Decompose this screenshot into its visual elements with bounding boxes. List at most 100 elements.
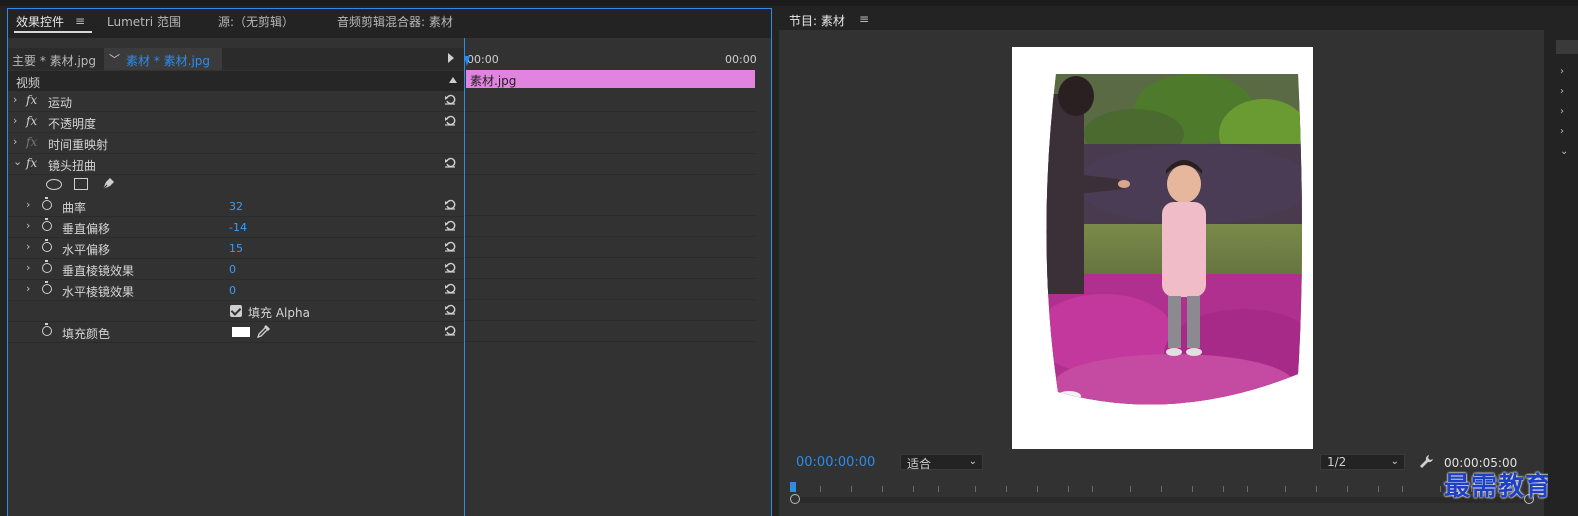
timeline-ruler[interactable]: 00:00 00:00: [464, 48, 757, 70]
chevron-right-icon[interactable]: ›: [13, 135, 17, 148]
ruler-tick: [1378, 486, 1379, 492]
video-section-header[interactable]: 视频: [8, 71, 464, 91]
fx-icon[interactable]: fx: [26, 156, 37, 170]
tab-audio-clip-mixer[interactable]: 音频剪辑混合器: 素材: [337, 13, 453, 30]
chevron-right-icon[interactable]: ›: [1560, 86, 1564, 97]
chevron-right-icon[interactable]: ›: [26, 282, 30, 295]
breadcrumb: 主要 * 素材.jpg ﹀ 素材 * 素材.jpg: [8, 48, 464, 70]
chevron-down-icon[interactable]: ⌄: [1560, 146, 1568, 157]
search-icon[interactable]: [1556, 40, 1578, 54]
chevron-right-icon[interactable]: ›: [1560, 106, 1564, 117]
chevron-right-icon[interactable]: ›: [1560, 66, 1564, 77]
reset-icon[interactable]: [444, 282, 456, 294]
panel-menu-icon[interactable]: ≡: [75, 14, 85, 28]
reset-icon[interactable]: [444, 198, 456, 210]
wrench-icon[interactable]: [1418, 454, 1434, 470]
breadcrumb-clip-dropdown[interactable]: ﹀ 素材 * 素材.jpg: [104, 48, 222, 70]
prop-value[interactable]: -14: [229, 221, 247, 234]
timeline-row-line: [465, 278, 755, 279]
prop-value[interactable]: 15: [229, 242, 243, 255]
current-timecode[interactable]: 00:00:00:00: [796, 455, 875, 470]
chevron-right-icon[interactable]: ›: [26, 261, 30, 274]
fx-icon[interactable]: fx: [26, 114, 37, 128]
playhead-marker[interactable]: [790, 482, 796, 492]
prop-row-vertical-prism[interactable]: › 垂直棱镜效果 0: [8, 259, 464, 280]
ruler-tick: [913, 486, 914, 492]
prop-row-curvature[interactable]: › 曲率 32: [8, 196, 464, 217]
ruler-tick: [1006, 486, 1007, 492]
scrollbar-start-handle[interactable]: [790, 494, 800, 504]
timeline-row-line: [465, 111, 755, 112]
play-only-clip-icon[interactable]: [448, 53, 454, 63]
ruler-tick: [1223, 486, 1224, 492]
chevron-right-icon[interactable]: ›: [26, 219, 30, 232]
effect-row-opacity[interactable]: › fx 不透明度: [8, 112, 464, 133]
reset-icon[interactable]: [444, 261, 456, 273]
stopwatch-icon[interactable]: [42, 218, 52, 231]
chevron-right-icon[interactable]: ›: [13, 93, 17, 106]
timeline-row-line: [465, 153, 755, 154]
tab-effect-controls[interactable]: 效果控件: [16, 13, 64, 30]
ruler-tick: [1402, 486, 1403, 492]
eyedropper-icon[interactable]: [257, 324, 271, 338]
timeline-clip-label: 素材.jpg: [470, 74, 517, 88]
reset-icon[interactable]: [444, 93, 456, 105]
chevron-down-icon[interactable]: ⌄: [13, 155, 22, 168]
ellipse-mask-icon[interactable]: [46, 179, 62, 190]
reset-icon[interactable]: [444, 303, 456, 315]
fill-color-swatch[interactable]: [232, 327, 250, 337]
fx-icon[interactable]: fx: [26, 93, 37, 107]
prop-row-horizontal-prism[interactable]: › 水平棱镜效果 0: [8, 280, 464, 301]
program-monitor-title[interactable]: 节目: 素材: [789, 12, 845, 29]
reset-icon[interactable]: [444, 156, 456, 168]
stopwatch-icon[interactable]: [42, 197, 52, 210]
timeline-row-line: [465, 257, 755, 258]
chevron-right-icon[interactable]: ›: [13, 114, 17, 127]
prop-label: 垂直偏移: [62, 222, 111, 236]
reset-icon[interactable]: [444, 324, 456, 336]
effect-row-lens-distortion[interactable]: ⌄ fx 镜头扭曲: [8, 154, 464, 175]
timeline-start-time: 00:00: [467, 53, 499, 66]
timeline-clip[interactable]: 素材.jpg: [466, 70, 755, 88]
breadcrumb-main-sequence[interactable]: 主要 * 素材.jpg: [12, 52, 96, 69]
reset-icon[interactable]: [444, 114, 456, 126]
chevron-right-icon[interactable]: ›: [1560, 126, 1564, 137]
playhead-marker[interactable]: [464, 56, 470, 66]
video-preview-image: [1046, 74, 1302, 405]
resolution-select[interactable]: 1/2 ⌄: [1320, 454, 1405, 470]
pen-mask-icon[interactable]: [100, 176, 116, 192]
ruler-tick: [1316, 486, 1317, 492]
stopwatch-icon[interactable]: [42, 323, 52, 336]
prop-value[interactable]: 0: [229, 263, 236, 276]
prop-row-fill-alpha[interactable]: 填充 Alpha: [8, 301, 464, 322]
prop-row-horizontal-decentering[interactable]: › 水平偏移 15: [8, 238, 464, 259]
rectangle-mask-icon[interactable]: [74, 178, 88, 190]
prop-value[interactable]: 0: [229, 284, 236, 297]
prop-row-vertical-decentering[interactable]: › 垂直偏移 -14: [8, 217, 464, 238]
collapse-caret-icon[interactable]: [449, 77, 457, 83]
tab-lumetri-scopes[interactable]: Lumetri 范围: [107, 13, 181, 30]
tab-source[interactable]: 源:（无剪辑）: [218, 13, 294, 30]
fill-alpha-checkbox[interactable]: [230, 305, 242, 317]
timeline-row-line: [465, 320, 755, 321]
zoom-scrollbar[interactable]: [790, 494, 1534, 504]
chevron-right-icon[interactable]: ›: [26, 240, 30, 253]
stopwatch-icon[interactable]: [42, 260, 52, 273]
effect-row-motion[interactable]: › fx 运动: [8, 91, 464, 112]
reset-icon[interactable]: [444, 240, 456, 252]
panel-menu-icon[interactable]: ≡: [859, 12, 869, 26]
fit-select[interactable]: 适合 ⌄: [900, 454, 983, 471]
timeline-row-line: [465, 174, 755, 175]
chevron-right-icon[interactable]: ›: [26, 198, 30, 211]
reset-icon[interactable]: [444, 219, 456, 231]
stopwatch-icon[interactable]: [42, 239, 52, 252]
ruler-tick: [1161, 486, 1162, 492]
prop-value[interactable]: 32: [229, 200, 243, 213]
time-ruler[interactable]: [790, 482, 1538, 496]
chevron-down-icon: ⌄: [968, 456, 977, 467]
ruler-tick: [1068, 486, 1069, 492]
prop-row-fill-color[interactable]: 填充颜色: [8, 322, 464, 343]
effect-row-time-remapping[interactable]: › fx 时间重映射: [8, 133, 464, 154]
ruler-tick: [820, 486, 821, 492]
stopwatch-icon[interactable]: [42, 281, 52, 294]
